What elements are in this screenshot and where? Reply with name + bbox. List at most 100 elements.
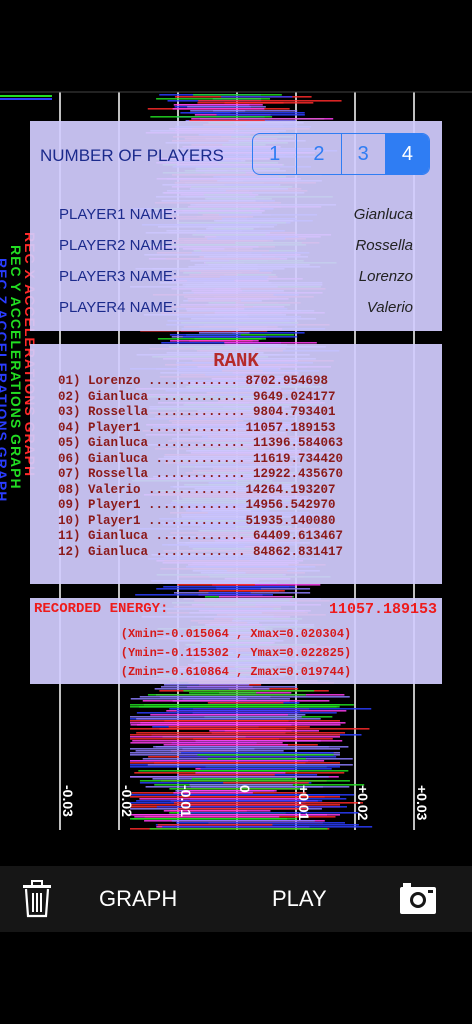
rank-title: RANK xyxy=(213,350,259,372)
rank-row: 07) Rossella ............ 12922.435670 xyxy=(58,467,344,481)
trace-segment xyxy=(182,336,298,338)
axis-tick-minus-002: -0.02 xyxy=(119,785,135,817)
rank-row: 06) Gianluca ............ 11619.734420 xyxy=(58,451,344,466)
trace-segment xyxy=(139,706,340,708)
trace-segment xyxy=(173,104,263,106)
rec-z-graph-label: REC Z ACCELERATIONS GRAPH xyxy=(0,258,10,503)
camera-button[interactable] xyxy=(399,866,437,932)
trace-segment xyxy=(130,760,325,762)
trace-segment xyxy=(163,744,288,746)
players-panel: NUMBER OF PLAYERS 1 2 3 4 PLAYER1 NAME: … xyxy=(30,121,442,331)
trace-segment xyxy=(147,764,353,766)
trace-segment xyxy=(156,98,271,100)
rank-list: 01) Lorenzo ............ 8702.954698 02)… xyxy=(58,374,343,560)
players-option-3[interactable]: 3 xyxy=(342,134,386,174)
player4-name-label: PLAYER4 NAME: xyxy=(59,299,178,316)
trace-segment xyxy=(190,110,246,112)
trace-segment xyxy=(130,776,329,778)
trace-segment xyxy=(159,696,271,698)
trace-segment xyxy=(136,800,323,802)
trace-segment xyxy=(147,694,306,696)
trace-segment xyxy=(221,96,293,98)
number-of-players-label: NUMBER OF PLAYERS xyxy=(40,146,224,165)
rank-row: 11) Gianluca ............ 64409.613467 xyxy=(58,529,344,543)
players-option-4[interactable]: 4 xyxy=(385,134,429,174)
trace-segment xyxy=(173,802,364,804)
trace-segment xyxy=(177,584,255,586)
play-button[interactable]: PLAY xyxy=(272,866,327,932)
x-range: (Xmin=-0.015064 , Xmax=0.020304) xyxy=(120,627,352,641)
trace-segment xyxy=(132,818,288,820)
trace-segment xyxy=(169,334,241,336)
player4-name-field[interactable]: Valerio xyxy=(367,299,413,316)
trace-segment xyxy=(193,94,282,96)
trace-segment xyxy=(178,812,359,814)
players-option-2[interactable]: 2 xyxy=(297,134,342,174)
trace-segment xyxy=(143,704,354,706)
rank-row: 10) Player1 ............ 51935.140080 xyxy=(58,513,336,528)
trash-button[interactable] xyxy=(22,866,52,932)
energy-panel: RECORDED ENERGY: 11057.189153 (Xmin=-0.0… xyxy=(30,598,442,684)
trace-segment xyxy=(198,590,279,592)
trace-segment xyxy=(132,740,343,742)
trace-segment xyxy=(136,718,321,720)
trace-segment xyxy=(157,824,273,826)
trace-segment xyxy=(163,684,250,686)
trace-segment xyxy=(134,816,280,818)
trace-segment xyxy=(198,332,250,334)
trace-segment xyxy=(172,108,265,110)
player2-row: PLAYER2 NAME: Rossella xyxy=(59,237,413,259)
trace-segment xyxy=(130,766,340,768)
players-option-1[interactable]: 1 xyxy=(253,134,298,174)
trace-segment xyxy=(136,712,337,714)
trace-segment xyxy=(207,758,306,760)
rank-row: 02) Gianluca ............ 9649.024177 xyxy=(58,389,336,404)
trace-segment xyxy=(191,118,334,120)
trace-segment xyxy=(215,586,296,588)
player1-row: PLAYER1 NAME: Gianluca xyxy=(59,206,413,228)
trace-segment xyxy=(208,592,251,594)
recorded-energy-value: 11057.189153 xyxy=(328,601,437,618)
trace-segment xyxy=(130,736,340,738)
trace-segment xyxy=(216,114,305,116)
trace-segment xyxy=(0,95,52,97)
recorded-energy-label: RECORDED ENERGY: xyxy=(34,601,169,617)
trace-segment xyxy=(154,762,306,764)
trace-segment xyxy=(178,774,275,776)
player1-name-label: PLAYER1 NAME: xyxy=(59,206,178,223)
rank-panel: RANK 01) Lorenzo ............ 8702.95469… xyxy=(30,344,442,584)
player2-name-field[interactable]: Rossella xyxy=(355,237,413,254)
trace-segment xyxy=(189,112,305,114)
players-count-selector[interactable]: 1 2 3 4 xyxy=(252,133,430,175)
player3-name-field[interactable]: Lorenzo xyxy=(359,268,413,285)
axis-tick-minus-001: -0.01 xyxy=(178,785,194,817)
player3-name-label: PLAYER3 NAME: xyxy=(59,268,178,285)
trace-segment xyxy=(136,732,346,734)
trace-segment xyxy=(200,768,332,770)
graph-button[interactable]: GRAPH xyxy=(99,866,177,932)
rank-row: 03) Rossella ............ 9804.793401 xyxy=(58,405,336,419)
player4-row: PLAYER4 NAME: Valerio xyxy=(59,299,413,321)
trace-segment xyxy=(176,710,301,712)
trace-segment xyxy=(186,794,355,796)
trace-segment xyxy=(207,702,284,704)
trace-segment xyxy=(190,786,350,788)
trace-segment xyxy=(150,714,288,716)
trace-segment xyxy=(130,742,283,744)
player1-name-field[interactable]: Gianluca xyxy=(354,206,413,223)
trace-segment xyxy=(197,754,334,756)
trace-segment xyxy=(168,726,310,728)
trace-segment xyxy=(183,690,315,692)
trace-segment xyxy=(135,594,274,596)
camera-icon xyxy=(400,883,436,914)
z-range: (Zmin=-0.610864 , Zmax=0.019744) xyxy=(120,665,352,679)
trace-segment xyxy=(189,692,257,694)
trace-segment xyxy=(139,780,350,782)
trace-segment xyxy=(150,116,273,118)
trace-segment xyxy=(130,734,340,736)
axis-tick-zero: 0 xyxy=(237,785,253,793)
trace-segment xyxy=(159,728,370,730)
trace-segment xyxy=(157,338,267,340)
trace-segment xyxy=(130,748,340,750)
bottom-toolbar: GRAPH PLAY xyxy=(0,866,472,932)
